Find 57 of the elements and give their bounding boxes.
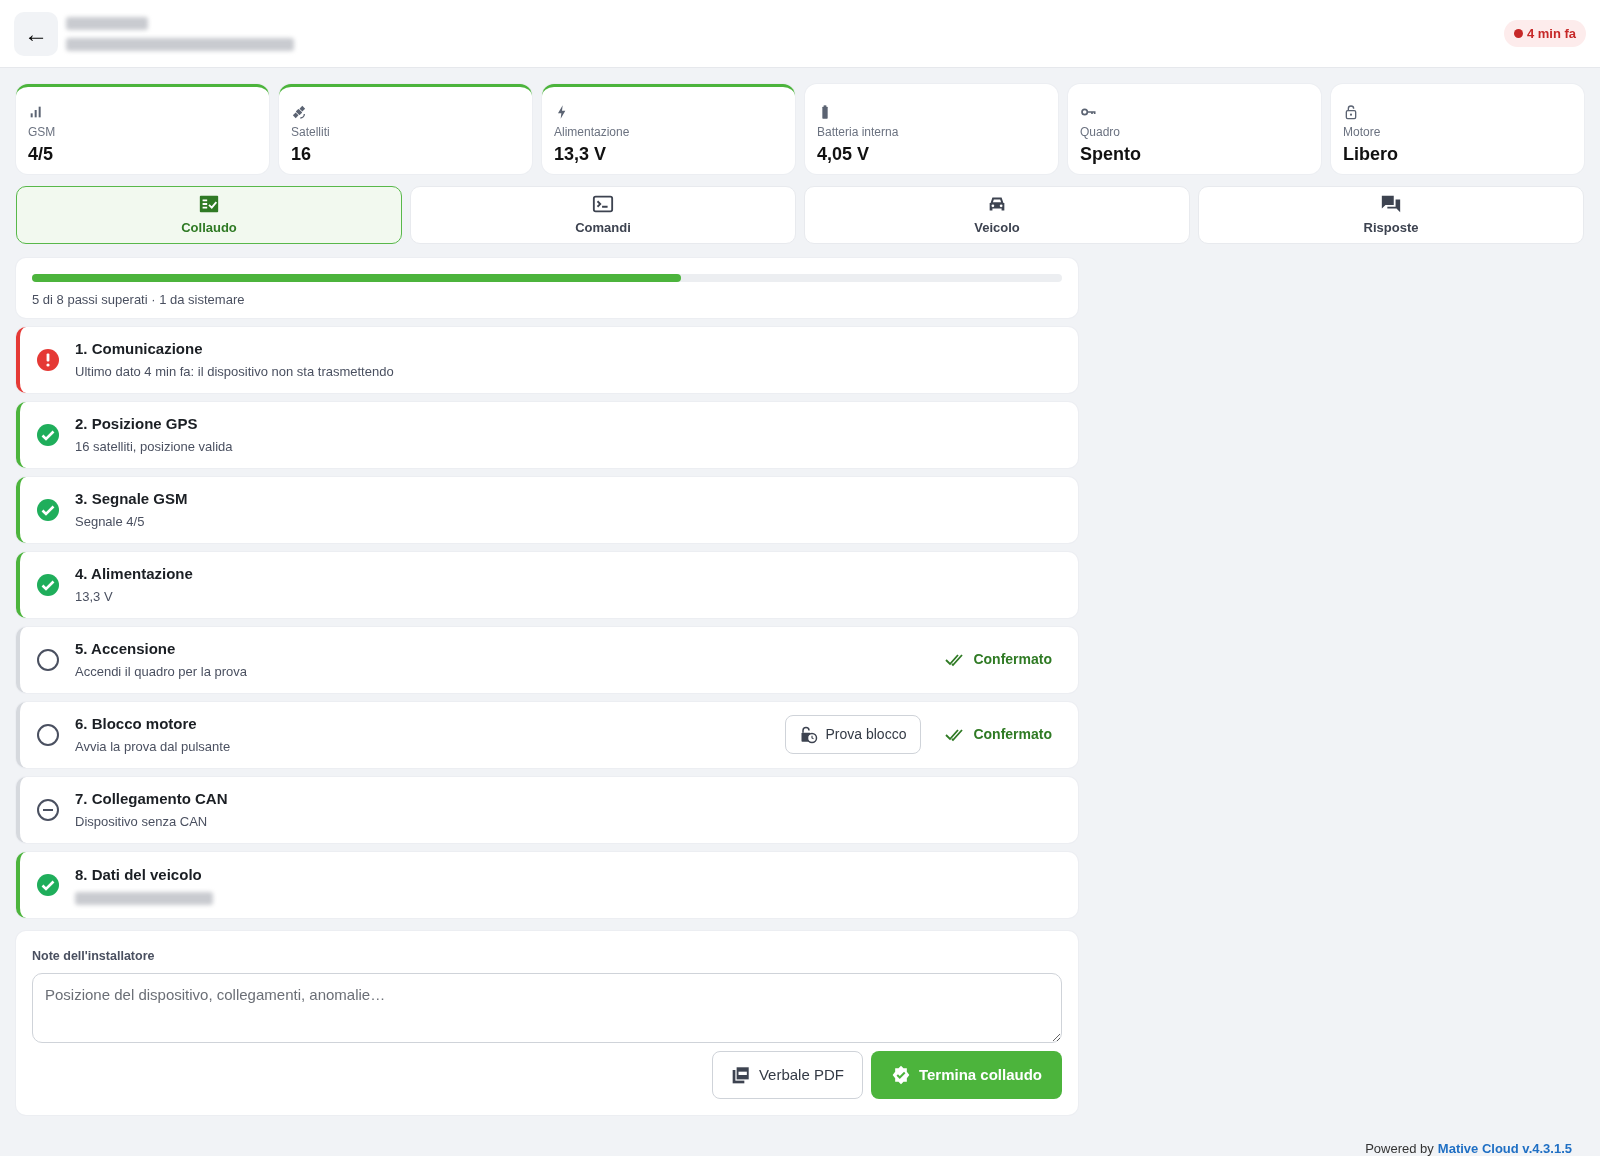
pdf-icon [730, 1065, 751, 1086]
step-title: 8. Dati del veicolo [75, 864, 203, 885]
empty-circle-icon [36, 647, 60, 672]
step-title: 7. Collegamento CAN [75, 788, 229, 809]
last-seen-badge: 4 min fa [1503, 19, 1586, 48]
footer-link[interactable]: Mative Cloud v.4.3.1.5 [1437, 1139, 1572, 1156]
confirmed-label: Confermato [945, 724, 1052, 745]
tab[interactable]: Risposte [1198, 186, 1584, 244]
stat-value: Spento [1080, 143, 1142, 166]
pdf-button[interactable]: Verbale PDF [711, 1051, 863, 1100]
step-title: 5. Accensione [75, 638, 177, 659]
double-check-icon [945, 727, 966, 742]
step-title: 1. Comunicazione [75, 338, 204, 359]
check-circle-icon [36, 422, 60, 447]
empty-circle-icon [36, 722, 60, 747]
error-icon [36, 347, 60, 372]
check-circle-icon [36, 572, 60, 597]
step-detail: 16 satelliti, posizione valida [75, 438, 234, 456]
stat-label: Batteria interna [817, 124, 900, 141]
lock-clock-icon [799, 725, 818, 744]
step-title: 6. Blocco motore [75, 713, 198, 734]
notes-field[interactable]: Posizione del dispositivo, collegamenti, anomalie… [32, 973, 1062, 1044]
step-title: 2. Posizione GPS [75, 413, 199, 434]
step-detail: Accendi il quadro per la prova [75, 663, 248, 681]
check-circle-icon [36, 497, 60, 522]
notes-label: Note dell'installatore [32, 947, 156, 965]
stat-value: 13,3 V [554, 143, 608, 166]
stat-label: Motore [1343, 124, 1382, 141]
stat-label: Alimentazione [554, 124, 631, 141]
satellite-icon [291, 103, 307, 120]
tab[interactable]: Collaudo [16, 186, 402, 244]
step-detail: 13,3 V [75, 588, 114, 606]
stat-label: Satelliti [291, 124, 331, 141]
footer-text: Powered by [1365, 1140, 1434, 1156]
minus-circle-icon [36, 797, 60, 822]
stat-value: Libero [1343, 143, 1399, 166]
stat-value: 16 [291, 143, 313, 166]
confirmed-label: Confermato [945, 649, 1052, 670]
stat-label: GSM [28, 124, 57, 141]
step-detail: Segnale 4/5 [75, 513, 146, 531]
stat-value: 4/5 [28, 143, 55, 166]
back-button[interactable]: ← [14, 11, 58, 56]
stat-label: Quadro [1080, 124, 1122, 141]
check-circle-icon [36, 872, 60, 897]
step-title: 3. Segnale GSM [75, 488, 189, 509]
double-check-icon [945, 652, 966, 667]
step-detail: Avvia la prova dal pulsante [75, 738, 232, 756]
step-detail: Dispositivo senza CAN [75, 813, 209, 831]
verified-icon [890, 1065, 911, 1086]
tab[interactable]: Veicolo [804, 186, 1190, 244]
tab[interactable]: Comandi [410, 186, 796, 244]
stat-value: 4,05 V [817, 143, 871, 166]
step-title: 4. Alimentazione [75, 563, 194, 584]
test-button[interactable]: Prova blocco [784, 715, 922, 754]
progress-summary: 5 di 8 passi superati · 1 da sistemare [32, 291, 246, 309]
lock-icon [1343, 103, 1359, 120]
step-detail: Ultimo dato 4 min fa: il dispositivo non sta trasmettendo [75, 363, 395, 381]
